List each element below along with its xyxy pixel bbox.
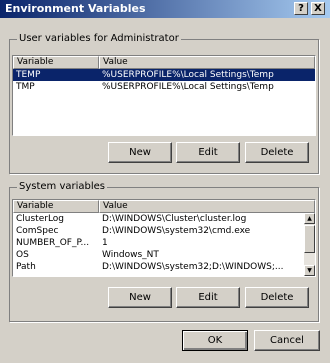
system-variables-label: System variables: [17, 181, 108, 192]
vertical-scrollbar[interactable]: ▲ ▼: [304, 213, 315, 276]
table-row[interactable]: TMP %USERPROFILE%\Local Settings\Temp: [13, 81, 315, 93]
user-edit-button[interactable]: Edit: [176, 142, 240, 163]
help-button[interactable]: ?: [294, 2, 308, 15]
table-row[interactable]: ComSpec D:\WINDOWS\system32\cmd.exe: [13, 225, 315, 237]
system-edit-button[interactable]: Edit: [176, 287, 240, 308]
value-cell: %USERPROFILE%\Local Settings\Temp: [102, 70, 274, 80]
list-header: Variable Value: [13, 56, 315, 69]
column-header-value[interactable]: Value: [99, 56, 315, 69]
user-variables-list[interactable]: Variable Value TEMP %USERPROFILE%\Local …: [12, 55, 316, 136]
close-button[interactable]: X: [311, 2, 325, 15]
table-row[interactable]: Path D:\WINDOWS\system32;D:\WINDOWS;...: [13, 261, 315, 273]
table-row[interactable]: TEMP %USERPROFILE%\Local Settings\Temp: [13, 69, 315, 81]
variable-cell: TMP: [16, 82, 35, 92]
table-row[interactable]: ClusterLog D:\WINDOWS\Cluster\cluster.lo…: [13, 213, 315, 225]
ok-button[interactable]: OK: [182, 330, 248, 351]
list-header: Variable Value: [13, 200, 315, 213]
column-header-variable[interactable]: Variable: [13, 200, 99, 213]
table-row[interactable]: NUMBER_OF_P... 1: [13, 237, 315, 249]
value-cell: 1: [102, 238, 108, 248]
user-variables-label: User variables for Administrator: [17, 33, 181, 44]
variable-cell: ClusterLog: [16, 214, 65, 224]
system-new-button[interactable]: New: [108, 287, 172, 308]
title-bar[interactable]: Environment Variables ? X: [0, 0, 330, 18]
value-cell: %USERPROFILE%\Local Settings\Temp: [102, 82, 274, 92]
variable-cell: NUMBER_OF_P...: [16, 238, 90, 248]
variable-cell: OS: [16, 250, 29, 260]
cancel-button[interactable]: Cancel: [254, 330, 320, 351]
variable-cell: TEMP: [16, 70, 41, 80]
table-row[interactable]: OS Windows_NT: [13, 249, 315, 261]
value-cell: D:\WINDOWS\system32\cmd.exe: [102, 226, 251, 236]
system-variables-list[interactable]: Variable Value ClusterLog D:\WINDOWS\Clu…: [12, 199, 316, 277]
user-delete-button[interactable]: Delete: [245, 142, 309, 163]
variable-cell: ComSpec: [16, 226, 59, 236]
system-delete-button[interactable]: Delete: [245, 287, 309, 308]
scroll-thumb[interactable]: [304, 225, 315, 253]
value-cell: D:\WINDOWS\system32;D:\WINDOWS;...: [102, 262, 284, 272]
value-cell: Windows_NT: [102, 250, 159, 260]
column-header-value[interactable]: Value: [99, 200, 315, 213]
scroll-up-arrow-icon[interactable]: ▲: [304, 213, 315, 224]
column-header-variable[interactable]: Variable: [13, 56, 99, 69]
window-title: Environment Variables: [5, 2, 146, 15]
value-cell: D:\WINDOWS\Cluster\cluster.log: [102, 214, 247, 224]
variable-cell: Path: [16, 262, 36, 272]
scroll-down-arrow-icon[interactable]: ▼: [304, 265, 315, 276]
user-new-button[interactable]: New: [108, 142, 172, 163]
